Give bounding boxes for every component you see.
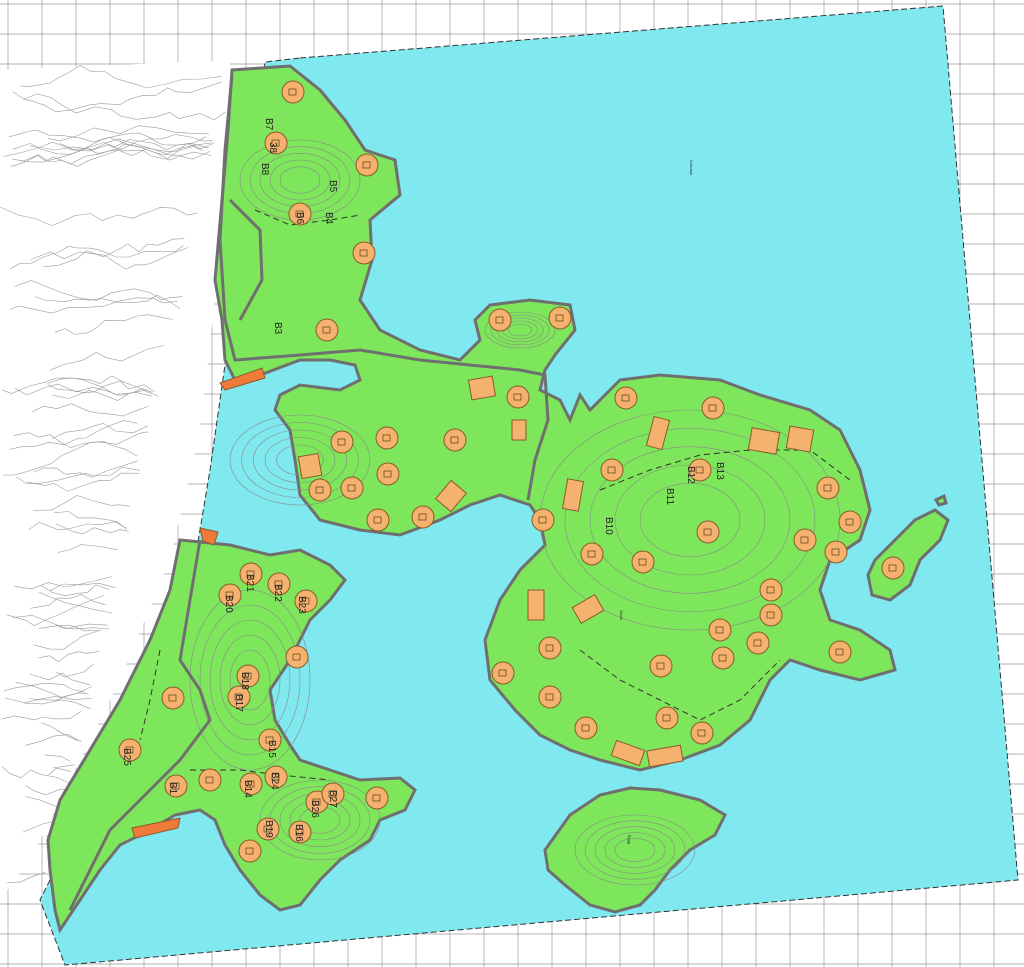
plot-label: B10 (603, 517, 614, 535)
plot-label: B6 (294, 212, 305, 225)
plot-label: B24 (269, 772, 280, 790)
building-plot (655, 706, 679, 730)
plot-label: B19 (263, 820, 274, 838)
building-plot (696, 520, 720, 544)
building-plot (816, 476, 840, 500)
building-plot (759, 578, 783, 602)
building-plot (881, 556, 905, 580)
building-plot (376, 462, 400, 486)
building-plot (355, 153, 379, 177)
plot-label: B3 (272, 322, 283, 335)
plot-label: B27 (327, 790, 338, 808)
building-plot (538, 636, 562, 660)
building-plot (701, 396, 725, 420)
building-plot (488, 308, 512, 332)
plot-label: B7 (263, 118, 274, 131)
building-plot (366, 508, 390, 532)
building-plot (285, 645, 309, 669)
building-plot (793, 528, 817, 552)
building-plot (631, 550, 655, 574)
building-footprint (297, 452, 323, 480)
building-footprint (467, 375, 497, 401)
building-plot (531, 508, 555, 532)
building-plot (580, 542, 604, 566)
plot-label: B16 (293, 824, 304, 842)
plot-label: B11 (664, 488, 675, 505)
building-plot (746, 631, 770, 655)
plot-label: B8 (259, 163, 270, 176)
building-plot (574, 716, 598, 740)
building-plot (375, 426, 399, 450)
building-plot (352, 241, 376, 265)
building-plot (161, 686, 185, 710)
building-plot (340, 476, 364, 500)
building-plot (411, 505, 435, 529)
building-plot (838, 510, 862, 534)
building-plot (238, 839, 262, 863)
plot-label: B13 (714, 462, 725, 480)
building-plot (506, 385, 530, 409)
building-plot (828, 640, 852, 664)
plot-label: B4 (323, 212, 334, 225)
building-plot (443, 428, 467, 452)
plot-label: B20 (223, 595, 234, 613)
building-plot (649, 654, 673, 678)
site-plan-map: B7 38 B8 B5 B6 B4 B3 B21 B22 B20 B23 B18… (0, 0, 1024, 967)
building-plot (548, 306, 572, 330)
building-plot (198, 768, 222, 792)
building-plot (308, 478, 332, 502)
plot-label: B25 (121, 748, 132, 766)
building-plot (365, 786, 389, 810)
building-plot (711, 646, 735, 670)
plot-label: B26 (309, 800, 320, 818)
plot-label: B23 (296, 596, 307, 614)
building-footprint (511, 419, 527, 441)
building-plot (824, 540, 848, 564)
building-plot (281, 80, 305, 104)
annotation-text: Skala (619, 610, 624, 621)
plot-label: B12 (685, 466, 696, 484)
plot-label: B5 (327, 180, 338, 193)
plot-label: B21 (244, 574, 255, 592)
annotation-text: Bygg (627, 835, 632, 844)
building-footprint (747, 427, 781, 455)
plot-label: B22 (272, 584, 283, 602)
building-plot (759, 603, 783, 627)
building-plot (330, 430, 354, 454)
plot-label: 38 (267, 142, 278, 154)
building-plot (690, 721, 714, 745)
plot-label: B15 (266, 740, 277, 758)
annotation-text: Kartdata (689, 160, 694, 176)
plot-label: B18 (239, 672, 250, 690)
building-plot (708, 618, 732, 642)
plot-label: B1 (167, 782, 178, 795)
building-plot (491, 661, 515, 685)
plot-label: B17 (233, 694, 244, 712)
building-footprint (527, 589, 545, 621)
building-footprint (785, 425, 815, 453)
building-plot (538, 685, 562, 709)
plot-label: B14 (242, 780, 253, 798)
building-plot (600, 458, 624, 482)
building-plot (315, 318, 339, 342)
building-plot (614, 386, 638, 410)
